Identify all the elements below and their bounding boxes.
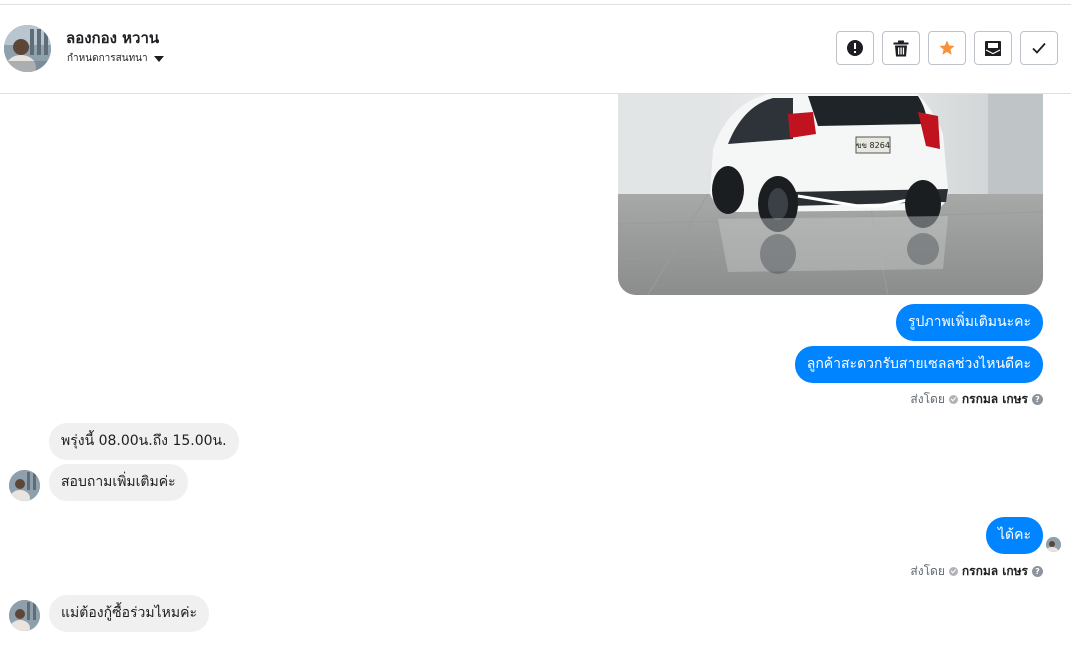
sent-by-prefix: ส่งโดย <box>910 392 945 406</box>
star-icon <box>939 40 955 55</box>
license-plate-text: ขข 8264 <box>856 141 890 150</box>
contact-avatar[interactable] <box>4 25 51 72</box>
mark-spam-button[interactable] <box>836 31 874 65</box>
read-receipt-avatar <box>1046 537 1061 552</box>
incoming-message[interactable]: แม่ต้องกู้ซื้อร่วมไหมค่ะ <box>49 595 209 632</box>
car-photo-attachment[interactable]: ขข 8264 <box>618 94 1043 295</box>
outgoing-message[interactable]: รูปภาพเพิ่มเติมนะคะ <box>895 304 1043 341</box>
sent-by-name[interactable]: กรกมล เกษร <box>962 562 1028 581</box>
help-icon[interactable]: ? <box>1032 566 1043 577</box>
verified-check-icon <box>948 395 958 404</box>
conversation-header: ลองกอง หวาน กำหนดการสนทนา <box>0 5 1071 94</box>
contact-avatar-small[interactable] <box>9 470 40 501</box>
contact-name[interactable]: ลองกอง หวาน <box>66 26 159 50</box>
mark-done-button[interactable] <box>1020 31 1058 65</box>
incoming-message[interactable]: พรุ่งนี้ 08.00น.ถึง 15.00น. <box>49 423 239 460</box>
exclamation-circle-icon <box>847 40 863 56</box>
outgoing-message[interactable]: ได้คะ <box>985 517 1043 554</box>
sent-by-name[interactable]: กรกมล เกษร <box>962 390 1028 409</box>
envelope-icon <box>985 40 1001 56</box>
sent-by-info: ส่งโดย กรกมล เกษร ? <box>910 390 1043 409</box>
assign-conversation-label: กำหนดการสนทนา <box>67 53 148 64</box>
contact-avatar-small[interactable] <box>9 600 40 631</box>
caret-down-icon <box>153 55 164 62</box>
incoming-message[interactable]: สอบถามเพิ่มเติมค่ะ <box>49 464 188 501</box>
conversation-actions <box>836 31 1058 65</box>
assign-conversation-dropdown[interactable]: กำหนดการสนทนา <box>67 51 164 66</box>
sent-by-prefix: ส่งโดย <box>910 564 945 578</box>
checkmark-icon <box>1032 42 1046 54</box>
trash-icon <box>893 40 909 56</box>
verified-check-icon <box>948 567 958 576</box>
delete-button[interactable] <box>882 31 920 65</box>
sent-by-info: ส่งโดย กรกมล เกษร ? <box>910 562 1043 581</box>
mark-unread-button[interactable] <box>974 31 1012 65</box>
star-button[interactable] <box>928 31 966 65</box>
help-icon[interactable]: ? <box>1032 394 1043 405</box>
outgoing-message[interactable]: ลูกค้าสะดวกรับสายเซลลช่วงไหนดีคะ <box>794 346 1043 383</box>
